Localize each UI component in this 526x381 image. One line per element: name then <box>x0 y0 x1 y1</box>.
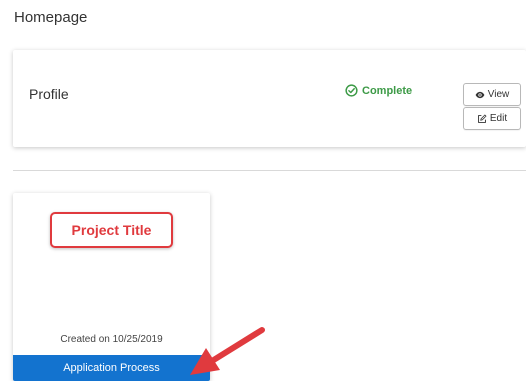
view-button-label: View <box>487 89 510 100</box>
profile-label: Profile <box>29 86 69 102</box>
profile-card: Profile Complete View Edit <box>13 50 526 147</box>
project-title: Project Title <box>71 222 152 238</box>
view-button[interactable]: View <box>463 83 521 106</box>
edit-button[interactable]: Edit <box>463 107 521 130</box>
project-title-highlight: Project Title <box>50 212 173 248</box>
status-text: Complete <box>362 84 413 97</box>
section-divider <box>13 170 526 171</box>
page-title: Homepage <box>14 9 88 26</box>
edit-button-label: Edit <box>489 113 508 124</box>
annotation-arrow-icon <box>190 327 265 375</box>
edit-icon <box>477 114 487 123</box>
application-process-label: Application Process <box>63 362 160 374</box>
eye-icon <box>475 91 485 98</box>
check-circle-icon <box>345 84 358 97</box>
status-badge: Complete <box>345 84 412 97</box>
